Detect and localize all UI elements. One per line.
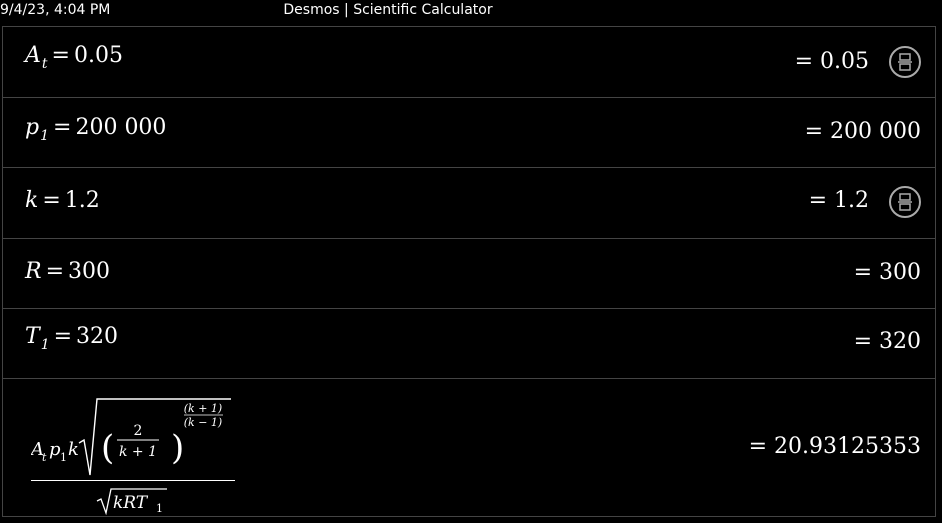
expression-row[interactable]: R = 300 = 300: [3, 239, 935, 309]
inner-denominator: k + 1: [119, 444, 157, 460]
variable-name: A: [25, 43, 41, 68]
variable-subscript: 1: [40, 128, 50, 144]
expression-value: 300: [68, 259, 111, 284]
denominator-text: kRT: [113, 493, 149, 513]
result-value: = 0.05: [794, 49, 869, 74]
area-subscript: t: [42, 451, 47, 464]
right-paren: ): [171, 428, 184, 468]
expression-row[interactable]: k = 1.2 = 1.2: [3, 168, 935, 239]
expression-value: 320: [76, 324, 119, 349]
equals-sign: =: [53, 324, 73, 349]
formula-denominator: kRT 1: [96, 488, 167, 515]
expression-input[interactable]: R = 300: [25, 259, 110, 284]
result-value: = 200 000: [804, 119, 921, 144]
equals-sign: =: [51, 43, 70, 68]
fraction-toggle-button[interactable]: [889, 186, 921, 218]
variable-name: T: [25, 324, 40, 349]
variable-name: p: [25, 115, 40, 140]
formula-expression[interactable]: A t p 1 k ( ) 2 k + 1 (k + 1) (k − 1) kR…: [31, 397, 235, 515]
equals-sign: =: [45, 259, 65, 284]
exponent-numerator: (k + 1): [184, 402, 222, 415]
variable-name: k: [25, 188, 39, 213]
result-value: = 1.2: [808, 188, 869, 213]
formula-numerator: A t p 1 k ( ) 2 k + 1 (k + 1) (k − 1): [31, 398, 231, 476]
expression-row[interactable]: A t p 1 k ( ) 2 k + 1 (k + 1) (k − 1) kR…: [3, 379, 935, 516]
equals-sign: =: [53, 115, 72, 140]
expression-input[interactable]: At = 0.05: [25, 43, 123, 72]
status-bar: 9/4/23, 4:04 PM Desmos | Scientific Calc…: [0, 0, 942, 22]
expression-input[interactable]: p1 = 200 000: [25, 115, 166, 144]
expression-value: 0.05: [73, 43, 123, 68]
fraction-bar: [31, 480, 235, 481]
exponent-denominator: (k − 1): [184, 416, 222, 429]
expression-input[interactable]: T1 = 320: [25, 324, 118, 353]
fraction-toggle-icon: [898, 193, 912, 211]
fraction-toggle-icon: [898, 53, 912, 71]
result-value: = 300: [853, 260, 921, 285]
denominator-subscript: 1: [156, 502, 163, 515]
fraction-toggle-button[interactable]: [889, 46, 921, 78]
equals-sign: =: [42, 188, 61, 213]
variable-name: R: [25, 259, 42, 284]
window-title: Desmos | Scientific Calculator: [283, 2, 493, 18]
variable-subscript: 1: [40, 337, 50, 353]
expression-value: 1.2: [64, 188, 100, 213]
result-value: = 20.93125353: [748, 434, 921, 459]
inner-numerator: 2: [134, 423, 143, 439]
expression-input[interactable]: k = 1.2: [25, 188, 100, 213]
expression-row[interactable]: At = 0.05 = 0.05: [3, 27, 935, 98]
timestamp: 9/4/23, 4:04 PM: [0, 2, 111, 18]
expression-row[interactable]: T1 = 320 = 320: [3, 309, 935, 379]
pressure-subscript: 1: [60, 451, 67, 464]
result-value: = 320: [853, 329, 921, 354]
expression-list: At = 0.05 = 0.05 p1 = 200 000 = 200 000 k = 1.…: [2, 26, 936, 517]
k-variable: k: [68, 439, 79, 460]
expression-row[interactable]: p1 = 200 000 = 200 000: [3, 98, 935, 168]
variable-subscript: t: [41, 56, 48, 72]
expression-value: 200 000: [75, 115, 167, 140]
left-paren: (: [101, 428, 114, 468]
